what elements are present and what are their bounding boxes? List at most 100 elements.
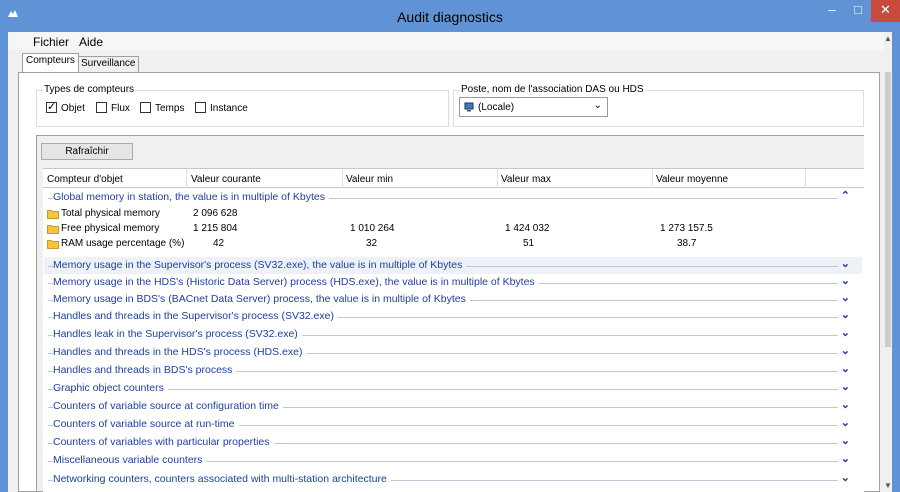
group-header[interactable]: Handles and threads in the HDS's process… [44,344,862,361]
group-title: Memory usage in BDS's (BACnet Data Serve… [53,293,470,305]
checkbox-flux-label: Flux [111,103,130,114]
group-title: Miscellaneous variable counters [53,454,207,466]
group-title: Handles and threads in the Supervisor's … [53,310,338,322]
table-row[interactable]: Free physical memory 1 215 804 1 010 264… [0,222,760,236]
group-header[interactable]: Handles and threads in BDS's process ⌄ [44,362,862,379]
cell-counter-name: Free physical memory [61,223,160,234]
cell-max-value: 51 [523,238,535,249]
chevron-down-icon[interactable]: ⌄ [840,362,850,375]
group-header[interactable]: Memory usage in the Supervisor's process… [44,257,862,274]
close-button[interactable]: ✕ [871,0,900,22]
chevron-down-icon[interactable]: ⌄ [840,398,850,411]
cell-counter-name: Total physical memory [61,208,160,219]
group-header[interactable]: Counters of variable source at configura… [44,398,862,415]
scroll-down-icon[interactable]: ▼ [884,481,892,490]
group-title: Graphic object counters [53,382,168,394]
group-title: Counters of variable source at run-time [53,418,239,430]
cell-min-value: 1 010 264 [350,223,395,234]
menu-help[interactable]: Aide [79,35,103,49]
table-row[interactable]: RAM usage percentage (%) 42 32 51 38.7 [0,237,760,251]
group-header[interactable]: Miscellaneous variable counters ⌄ [44,452,862,469]
checkbox-flux[interactable]: Flux [96,102,130,114]
window-title: Audit diagnostics [397,9,503,25]
cell-avg-value: 38.7 [677,238,697,249]
chevron-down-icon[interactable]: ⌄ [840,452,850,465]
chevron-down-icon[interactable]: ⌄ [840,434,850,447]
minimize-button[interactable]: – [819,0,845,22]
checkbox-instance-label: Instance [210,103,248,114]
table-row[interactable]: Total physical memory 2 096 628 [0,207,760,221]
cell-avg-value: 1 273 157.5 [660,223,713,234]
checkbox-objet-label: Objet [61,103,85,114]
tab-surveillance[interactable]: Surveillance [77,56,140,72]
cell-current-value: 1 215 804 [193,223,238,234]
column-header-current[interactable]: Valeur courante [191,174,261,185]
chevron-down-icon[interactable]: ⌄ [840,291,850,304]
checkbox-flux-box[interactable] [96,102,107,113]
station-select[interactable]: (Locale) ⌄ [459,97,608,117]
chevron-down-icon[interactable]: ⌄ [840,308,850,321]
tab-compteurs[interactable]: Compteurs [22,53,79,72]
column-separator[interactable] [652,169,653,188]
chevron-down-icon[interactable]: ⌄ [840,471,850,484]
chevron-down-icon[interactable]: ⌄ [840,326,850,339]
column-separator[interactable] [342,169,343,188]
group-header[interactable]: Handles leak in the Supervisor's process… [44,326,862,343]
column-separator[interactable] [186,169,187,188]
group-header[interactable]: Counters of variables with particular pr… [44,434,862,451]
scrollbar-thumb[interactable] [885,72,891,347]
list-header: Compteur d'objet Valeur courante Valeur … [43,168,864,188]
scroll-up-icon[interactable]: ▲ [884,34,892,43]
group-header[interactable]: Memory usage in the HDS's (Historic Data… [44,274,862,291]
column-separator[interactable] [805,169,806,188]
chevron-down-icon[interactable]: ⌄ [840,380,850,393]
group-header[interactable]: Counters of variable source at run-time … [44,416,862,433]
column-header-counter[interactable]: Compteur d'objet [47,174,123,185]
chevron-down-icon[interactable]: ⌄ [594,100,602,111]
checkmark-icon: ✓ [47,101,57,113]
group-header[interactable]: Handles and threads in the Supervisor's … [44,308,862,325]
group-title: Global memory in station, the value is i… [53,191,329,203]
group-title: Memory usage in the Supervisor's process… [53,259,467,271]
group-title: Handles and threads in the HDS's process… [53,346,307,358]
folder-icon [47,240,59,249]
checkbox-objet-box[interactable]: ✓ [46,101,57,113]
group-header[interactable]: Global memory in station, the value is i… [44,189,862,206]
counter-types-legend: Types de compteurs [43,84,136,95]
group-header[interactable]: Memory usage in BDS's (BACnet Data Serve… [44,291,862,308]
checkbox-temps-label: Temps [155,103,185,114]
computer-icon [464,102,474,112]
menu-bar: Fichier Aide [8,32,884,50]
group-header[interactable]: Networking counters, counters associated… [44,471,862,488]
checkbox-temps[interactable]: Temps [140,102,184,114]
chevron-down-icon[interactable]: ⌄ [840,257,850,270]
group-title: Counters of variable source at configura… [53,400,283,412]
maximize-button[interactable]: □ [845,0,871,22]
checkbox-temps-box[interactable] [140,102,151,113]
column-header-min[interactable]: Valeur min [346,174,393,185]
column-header-avg[interactable]: Valeur moyenne [656,174,728,185]
chevron-up-icon[interactable]: ⌃ [840,189,850,202]
group-title: Counters of variables with particular pr… [53,436,274,448]
folder-icon [47,210,59,219]
refresh-button[interactable]: Rafraîchir [41,143,133,160]
window-frame-left [0,32,8,492]
chevron-down-icon[interactable]: ⌄ [840,344,850,357]
column-header-max[interactable]: Valeur max [501,174,551,185]
chevron-down-icon[interactable]: ⌄ [840,416,850,429]
folder-icon [47,225,59,234]
group-header[interactable]: Graphic object counters ⌄ [44,380,862,397]
cell-min-value: 32 [366,238,378,249]
checkbox-instance-box[interactable] [195,102,206,113]
checkbox-objet[interactable]: ✓ Objet [46,101,85,114]
column-separator[interactable] [497,169,498,188]
chevron-down-icon[interactable]: ⌄ [840,274,850,287]
window-frame-right [892,32,900,492]
station-select-value: (Locale) [478,102,515,113]
cell-max-value: 1 424 032 [505,223,550,234]
checkbox-instance[interactable]: Instance [195,102,248,114]
cell-counter-name: RAM usage percentage (%) [61,238,185,249]
vertical-scrollbar[interactable]: ▲ ▼ [884,32,892,492]
menu-file[interactable]: Fichier [33,35,69,49]
group-title: Memory usage in the HDS's (Historic Data… [53,276,539,288]
